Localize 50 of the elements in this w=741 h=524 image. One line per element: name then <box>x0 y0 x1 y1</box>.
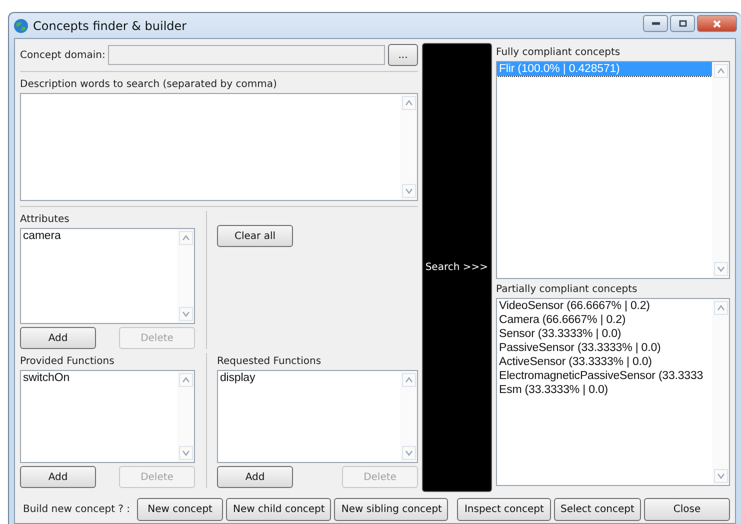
scrollbar[interactable] <box>400 94 417 200</box>
list-box[interactable]: camera <box>20 228 195 324</box>
list-box[interactable]: VideoSensor (66.6667% | 0.2) Camera (66.6667% | 0.2) Sensor (33.3333% | 0.0) PassiveSensor (33.3333% | 0.0) ActiveSensor (33.3333% | 0.0) ElectromagneticPassiveSensor (33.3333 Esm (33.3333% | 0.0) <box>496 298 730 486</box>
section-label: Requested Functions <box>217 356 322 367</box>
section-label: Provided Functions <box>20 356 116 367</box>
action-button[interactable]: Select concept <box>554 498 642 520</box>
action-button[interactable]: Inspect concept <box>457 498 550 520</box>
maximize-icon <box>678 18 688 28</box>
field-label: Description words to search (separated by comma) <box>20 79 278 90</box>
close-icon <box>712 18 722 28</box>
minimize-icon <box>652 22 660 25</box>
list-box[interactable]: display <box>217 370 418 463</box>
list-item[interactable]: Sensor (33.3333% | 0.0) <box>497 327 712 341</box>
list-item[interactable]: Camera (66.6667% | 0.2) <box>497 313 712 327</box>
section-label: Attributes <box>20 214 70 225</box>
maximize-button[interactable] <box>670 15 695 32</box>
browse-button[interactable]: ... <box>388 44 418 66</box>
list-item[interactable]: VideoSensor (66.6667% | 0.2) <box>497 299 712 313</box>
action-button[interactable]: New sibling concept <box>334 498 448 520</box>
section-label: Partially compliant concepts <box>496 284 638 295</box>
domain-field[interactable] <box>108 45 385 65</box>
action-button[interactable]: Add <box>217 466 293 488</box>
scrollbar[interactable] <box>177 229 194 323</box>
list-item[interactable]: display <box>218 371 400 385</box>
list-item[interactable]: Esm (33.3333% | 0.0) <box>497 383 712 397</box>
action-button[interactable]: Add <box>20 327 96 349</box>
search-button[interactable]: Search >>> <box>422 43 492 492</box>
scrollbar[interactable] <box>712 299 729 485</box>
action-button[interactable]: Close <box>644 498 730 520</box>
list-item[interactable]: camera <box>21 229 177 243</box>
scrollbar[interactable] <box>177 371 194 462</box>
minimize-button[interactable] <box>643 15 668 32</box>
action-button[interactable]: Add <box>20 466 96 488</box>
list-item[interactable]: switchOn <box>21 371 177 385</box>
list-item[interactable]: ActiveSensor (33.3333% | 0.0) <box>497 355 712 369</box>
list-box[interactable]: switchOn <box>20 370 195 463</box>
list-item[interactable]: ElectromagneticPassiveSensor (33.3333 <box>497 369 712 383</box>
list-item[interactable]: PassiveSensor (33.3333% | 0.0) <box>497 341 712 355</box>
field-label: Concept domain: <box>20 50 106 60</box>
section-label: Fully compliant concepts <box>496 47 622 58</box>
window-title: Concepts finder & builder <box>33 18 187 32</box>
build-label: Build new concept ? : <box>23 504 130 514</box>
action-button[interactable]: New concept <box>137 498 224 520</box>
close-button[interactable] <box>697 15 737 32</box>
scrollbar[interactable] <box>400 371 417 462</box>
description-text-area[interactable] <box>20 93 418 201</box>
action-button[interactable]: New child concept <box>226 498 332 520</box>
globe-icon <box>13 18 29 34</box>
scrollbar[interactable] <box>712 62 729 278</box>
clear-all-button[interactable]: Clear all <box>217 225 293 247</box>
